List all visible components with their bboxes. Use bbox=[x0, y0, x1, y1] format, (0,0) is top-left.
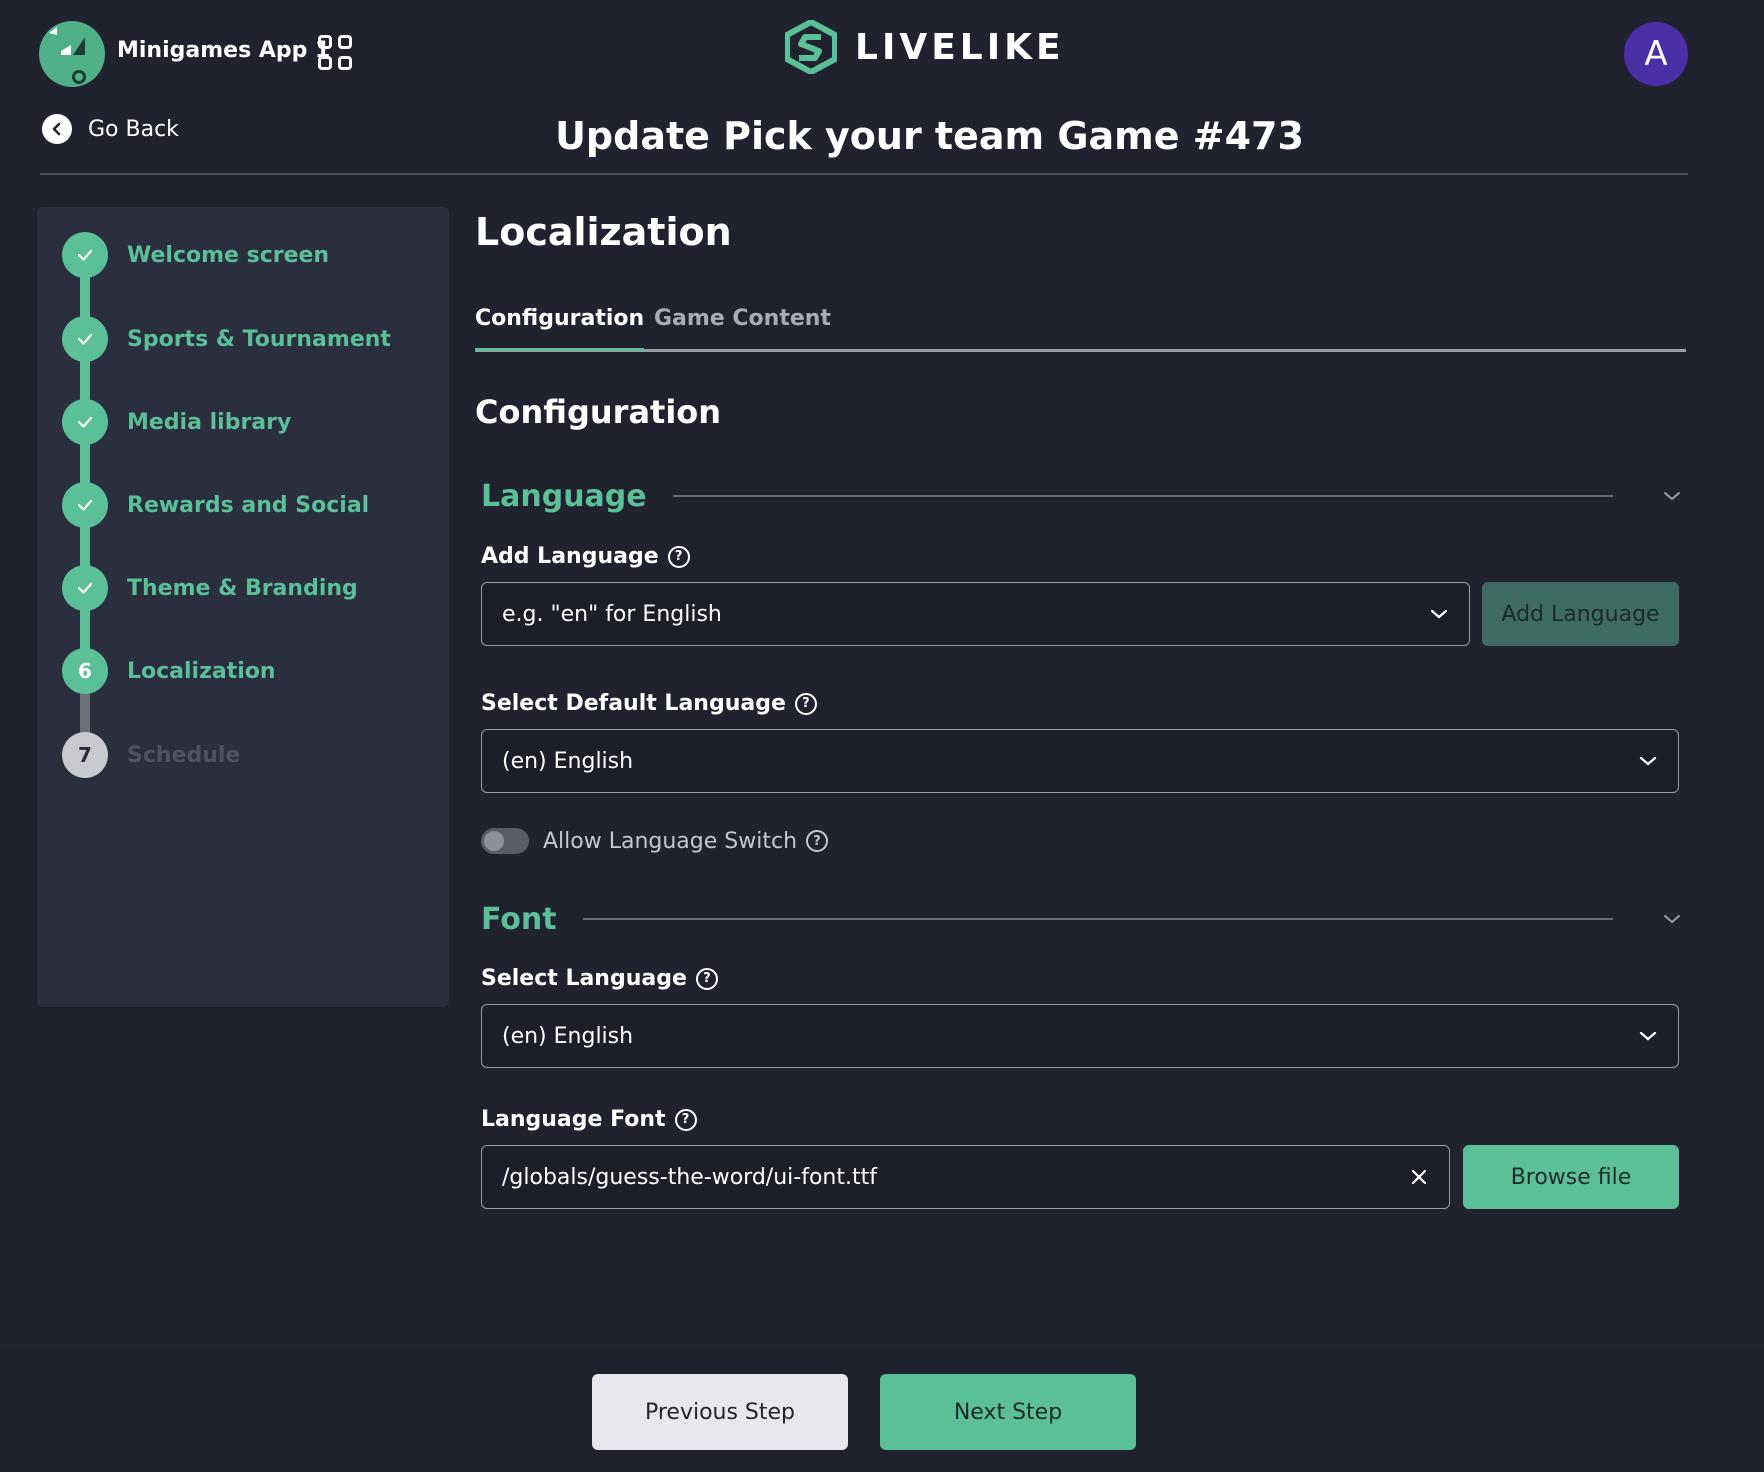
toggle-knob bbox=[484, 831, 504, 851]
help-icon[interactable]: ? bbox=[695, 967, 718, 990]
font-language-select[interactable]: (en) English bbox=[481, 1004, 1679, 1068]
app-name: Minigames App 1 bbox=[117, 38, 331, 63]
font-group-header: Font bbox=[481, 899, 1683, 939]
step-label: Rewards and Social bbox=[127, 492, 370, 518]
allow-language-switch-toggle[interactable] bbox=[481, 828, 529, 854]
default-language-select[interactable]: (en) English bbox=[481, 729, 1679, 793]
language-group-title: Language bbox=[481, 478, 647, 514]
divider bbox=[672, 495, 1613, 497]
brand-name: LIVELIKE bbox=[855, 26, 1065, 68]
grid-icon[interactable] bbox=[318, 35, 354, 71]
page-title: Update Pick your team Game #473 bbox=[555, 114, 1304, 158]
default-language-label: Select Default Language ? bbox=[481, 691, 817, 716]
tab-bar: Configuration Game Content bbox=[475, 306, 1686, 352]
chevron-down-icon bbox=[1638, 751, 1658, 771]
allow-language-switch-label: Allow Language Switch bbox=[543, 828, 798, 854]
step-label: Media library bbox=[127, 409, 292, 435]
chevron-down-icon bbox=[1429, 604, 1449, 624]
language-font-field bbox=[481, 1145, 1450, 1209]
add-language-button[interactable]: Add Language bbox=[1482, 582, 1679, 646]
language-group-header: Language bbox=[481, 476, 1683, 516]
step-number: 6 bbox=[62, 648, 108, 694]
avatar[interactable]: A bbox=[1624, 22, 1688, 86]
brand-logo: LIVELIKE bbox=[785, 20, 1065, 74]
check-icon bbox=[62, 316, 108, 362]
default-language-label-text: Select Default Language bbox=[481, 691, 786, 716]
font-language-value: (en) English bbox=[502, 1023, 634, 1049]
step-label: Schedule bbox=[127, 742, 241, 768]
step-media-library[interactable]: Media library bbox=[62, 399, 291, 445]
language-font-label-text: Language Font bbox=[481, 1107, 666, 1132]
livelike-logo-icon bbox=[785, 20, 837, 74]
check-icon bbox=[62, 232, 108, 278]
add-language-label: Add Language ? bbox=[481, 544, 690, 569]
tab-configuration[interactable]: Configuration bbox=[475, 306, 645, 351]
step-sports-tournament[interactable]: Sports & Tournament bbox=[62, 316, 391, 362]
step-welcome-screen[interactable]: Welcome screen bbox=[62, 232, 329, 278]
default-language-value: (en) English bbox=[502, 748, 634, 774]
chevron-down-icon[interactable] bbox=[1661, 908, 1683, 930]
language-font-input[interactable] bbox=[502, 1164, 1409, 1190]
step-label: Theme & Branding bbox=[127, 575, 358, 601]
next-step-button[interactable]: Next Step bbox=[880, 1374, 1136, 1450]
app-logo-icon bbox=[49, 27, 86, 84]
step-label: Localization bbox=[127, 658, 276, 684]
add-language-select[interactable]: e.g. "en" for English bbox=[481, 582, 1470, 646]
chevron-down-icon bbox=[1638, 1026, 1658, 1046]
font-group-title: Font bbox=[481, 901, 557, 937]
divider bbox=[582, 918, 1613, 920]
step-localization[interactable]: 6 Localization bbox=[62, 648, 276, 694]
app-logo[interactable] bbox=[39, 21, 105, 87]
add-language-label-text: Add Language bbox=[481, 544, 659, 569]
close-icon[interactable] bbox=[1409, 1167, 1429, 1187]
add-language-placeholder: e.g. "en" for English bbox=[502, 601, 722, 627]
step-theme-branding[interactable]: Theme & Branding bbox=[62, 565, 358, 611]
header-divider bbox=[40, 173, 1688, 175]
help-icon[interactable]: ? bbox=[674, 1108, 697, 1131]
step-label: Sports & Tournament bbox=[127, 326, 391, 352]
check-icon bbox=[62, 565, 108, 611]
language-font-label: Language Font ? bbox=[481, 1107, 697, 1132]
check-icon bbox=[62, 482, 108, 528]
chevron-down-icon[interactable] bbox=[1661, 485, 1683, 507]
step-number: 7 bbox=[62, 732, 108, 778]
page: Minigames App 1 LIVELIKE A Go Back Updat… bbox=[0, 0, 1764, 1472]
help-icon[interactable]: ? bbox=[667, 545, 690, 568]
tab-game-content[interactable]: Game Content bbox=[654, 306, 831, 331]
previous-step-button[interactable]: Previous Step bbox=[592, 1374, 848, 1450]
select-language-label-text: Select Language bbox=[481, 966, 687, 991]
subsection-title: Configuration bbox=[475, 393, 722, 431]
step-rewards-social[interactable]: Rewards and Social bbox=[62, 482, 369, 528]
footer-divider bbox=[0, 1344, 1764, 1345]
step-schedule[interactable]: 7 Schedule bbox=[62, 732, 240, 778]
check-icon bbox=[62, 399, 108, 445]
browse-file-button[interactable]: Browse file bbox=[1463, 1145, 1679, 1209]
section-title: Localization bbox=[475, 210, 732, 254]
select-language-label: Select Language ? bbox=[481, 966, 718, 991]
help-icon[interactable]: ? bbox=[806, 830, 829, 852]
help-icon[interactable]: ? bbox=[794, 692, 817, 715]
allow-language-switch-row: Allow Language Switch ? bbox=[481, 828, 829, 854]
step-label: Welcome screen bbox=[127, 242, 330, 268]
